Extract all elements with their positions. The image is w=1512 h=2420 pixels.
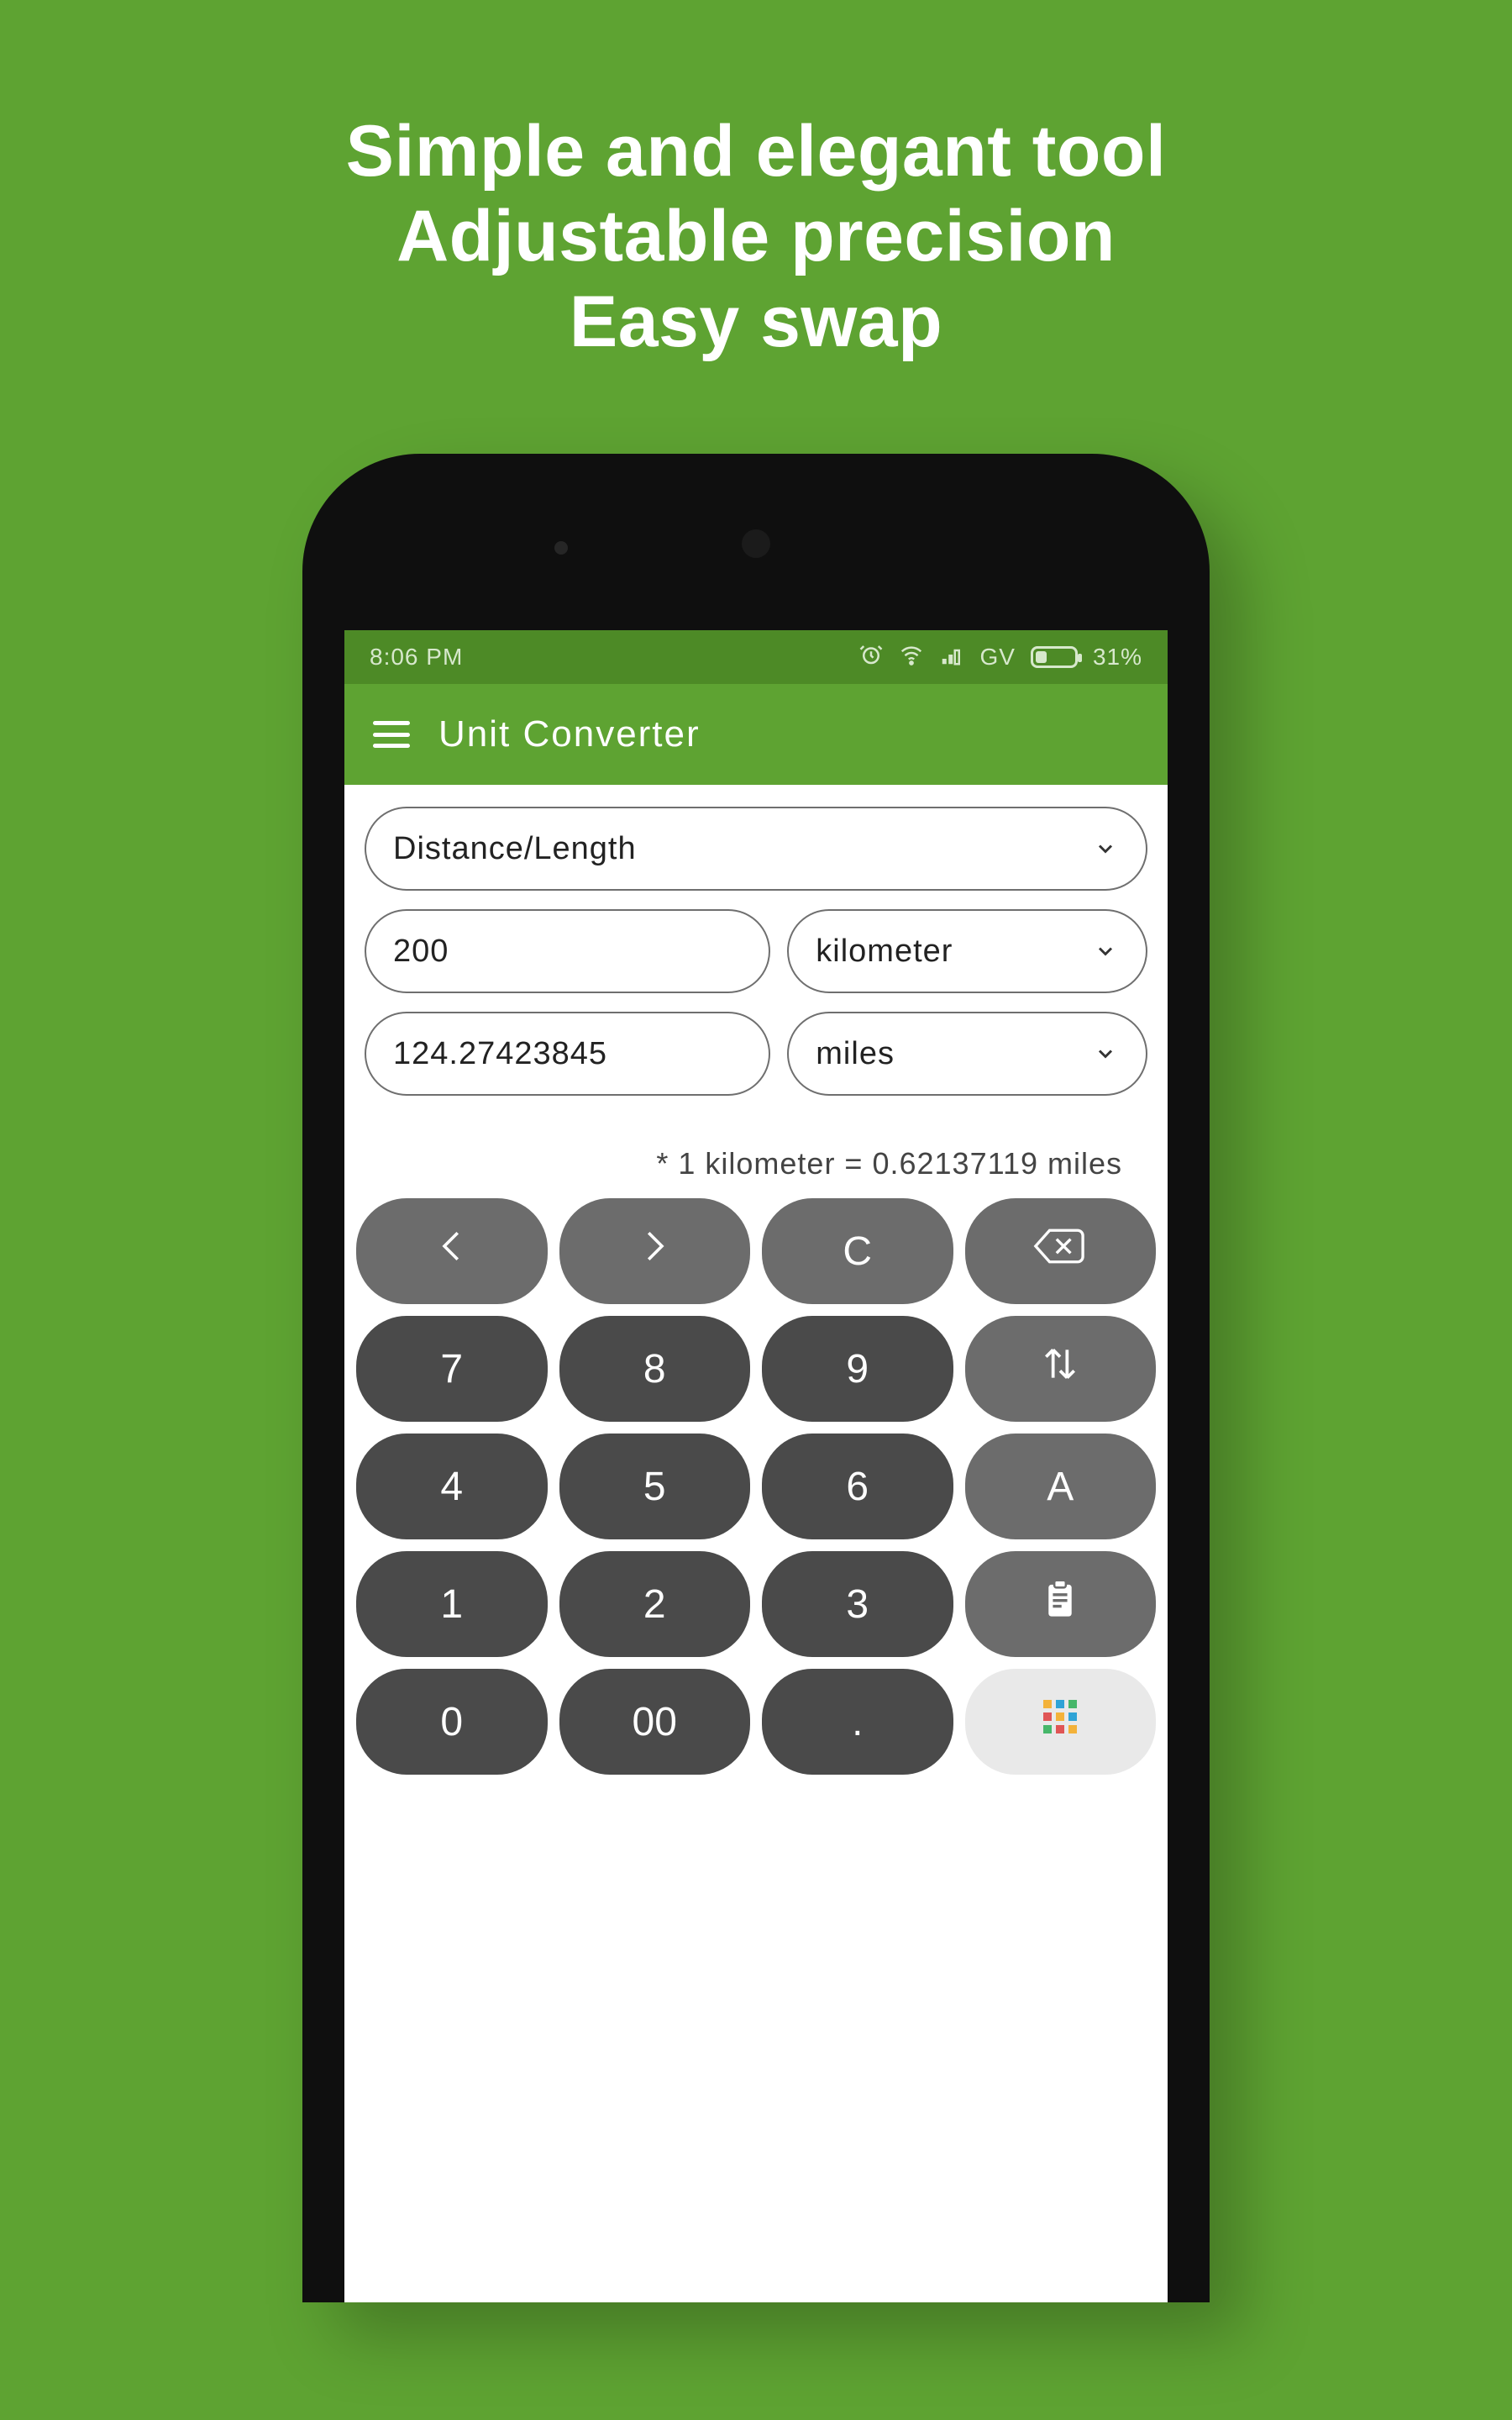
clear-label: C bbox=[843, 1228, 872, 1275]
statusbar: 8:06 PM GV 31% bbox=[344, 630, 1168, 684]
key-4[interactable]: 4 bbox=[356, 1434, 548, 1539]
key-6[interactable]: 6 bbox=[762, 1434, 953, 1539]
key-1[interactable]: 1 bbox=[356, 1551, 548, 1657]
chevron-down-icon bbox=[1094, 1042, 1117, 1065]
clipboard-icon bbox=[1042, 1579, 1078, 1629]
promo-headline: Simple and elegant tool Adjustable preci… bbox=[0, 0, 1512, 365]
promo-line-3: Easy swap bbox=[0, 280, 1512, 365]
phone-frame: 8:06 PM GV 31% Unit Converter bbox=[302, 454, 1210, 2302]
wifi-icon bbox=[899, 642, 924, 673]
key-3[interactable]: 3 bbox=[762, 1551, 953, 1657]
keypad: C 7 8 9 4 5 6 A 1 2 3 bbox=[344, 1195, 1168, 1775]
key-8[interactable]: 8 bbox=[559, 1316, 751, 1422]
chevron-right-icon bbox=[632, 1223, 677, 1279]
phone-earpiece bbox=[742, 529, 770, 558]
swap-button[interactable] bbox=[965, 1316, 1157, 1422]
appbar-title: Unit Converter bbox=[438, 713, 701, 755]
category-label: Distance/Length bbox=[393, 831, 637, 867]
prev-button[interactable] bbox=[356, 1198, 548, 1304]
chevron-left-icon bbox=[429, 1223, 475, 1279]
apps-button[interactable] bbox=[965, 1669, 1157, 1775]
input-unit-dropdown[interactable]: kilometer bbox=[787, 909, 1147, 993]
key-7-label: 7 bbox=[440, 1346, 463, 1392]
phone-sensor bbox=[554, 541, 568, 555]
clipboard-button[interactable] bbox=[965, 1551, 1157, 1657]
key-4-label: 4 bbox=[440, 1464, 463, 1510]
statusbar-time: 8:06 PM bbox=[370, 644, 463, 671]
output-value: 124.27423845 bbox=[393, 1036, 607, 1072]
input-value-field[interactable]: 200 bbox=[365, 909, 770, 993]
key-00[interactable]: 00 bbox=[559, 1669, 751, 1775]
key-dot-label: . bbox=[852, 1699, 863, 1745]
category-dropdown[interactable]: Distance/Length bbox=[365, 807, 1147, 891]
hamburger-icon[interactable] bbox=[373, 721, 410, 748]
key-9-label: 9 bbox=[846, 1346, 869, 1392]
all-button[interactable]: A bbox=[965, 1434, 1157, 1539]
key-2-label: 2 bbox=[643, 1581, 666, 1628]
output-value-field[interactable]: 124.27423845 bbox=[365, 1012, 770, 1096]
clear-button[interactable]: C bbox=[762, 1198, 953, 1304]
appbar: Unit Converter bbox=[344, 684, 1168, 785]
swap-icon bbox=[1039, 1343, 1081, 1395]
output-unit-dropdown[interactable]: miles bbox=[787, 1012, 1147, 1096]
all-label: A bbox=[1047, 1464, 1074, 1510]
converter-panel: Distance/Length 200 kilometer 1 bbox=[344, 785, 1168, 1195]
statusbar-carrier: GV bbox=[979, 644, 1015, 671]
conversion-rate-text: * 1 kilometer = 0.62137119 miles bbox=[365, 1096, 1147, 1195]
promo-line-2: Adjustable precision bbox=[0, 194, 1512, 279]
key-8-label: 8 bbox=[643, 1346, 666, 1392]
battery-icon bbox=[1031, 646, 1078, 668]
signal-icon bbox=[939, 642, 964, 673]
key-00-label: 00 bbox=[633, 1699, 677, 1745]
backspace-button[interactable] bbox=[965, 1198, 1157, 1304]
next-button[interactable] bbox=[559, 1198, 751, 1304]
key-0-label: 0 bbox=[440, 1699, 463, 1745]
input-value: 200 bbox=[393, 934, 449, 970]
key-0[interactable]: 0 bbox=[356, 1669, 548, 1775]
key-7[interactable]: 7 bbox=[356, 1316, 548, 1422]
output-unit-label: miles bbox=[816, 1036, 895, 1072]
key-5[interactable]: 5 bbox=[559, 1434, 751, 1539]
key-2[interactable]: 2 bbox=[559, 1551, 751, 1657]
key-5-label: 5 bbox=[643, 1464, 666, 1510]
key-dot[interactable]: . bbox=[762, 1669, 953, 1775]
key-9[interactable]: 9 bbox=[762, 1316, 953, 1422]
grid-icon bbox=[1040, 1697, 1080, 1747]
key-1-label: 1 bbox=[440, 1581, 463, 1628]
alarm-icon bbox=[858, 642, 884, 673]
backspace-icon bbox=[1031, 1225, 1089, 1277]
statusbar-battery-pct: 31% bbox=[1093, 644, 1142, 671]
promo-line-1: Simple and elegant tool bbox=[0, 109, 1512, 194]
phone-screen: 8:06 PM GV 31% Unit Converter bbox=[344, 630, 1168, 2302]
chevron-down-icon bbox=[1094, 939, 1117, 963]
input-unit-label: kilometer bbox=[816, 934, 953, 970]
chevron-down-icon bbox=[1094, 837, 1117, 860]
key-3-label: 3 bbox=[846, 1581, 869, 1628]
key-6-label: 6 bbox=[846, 1464, 869, 1510]
